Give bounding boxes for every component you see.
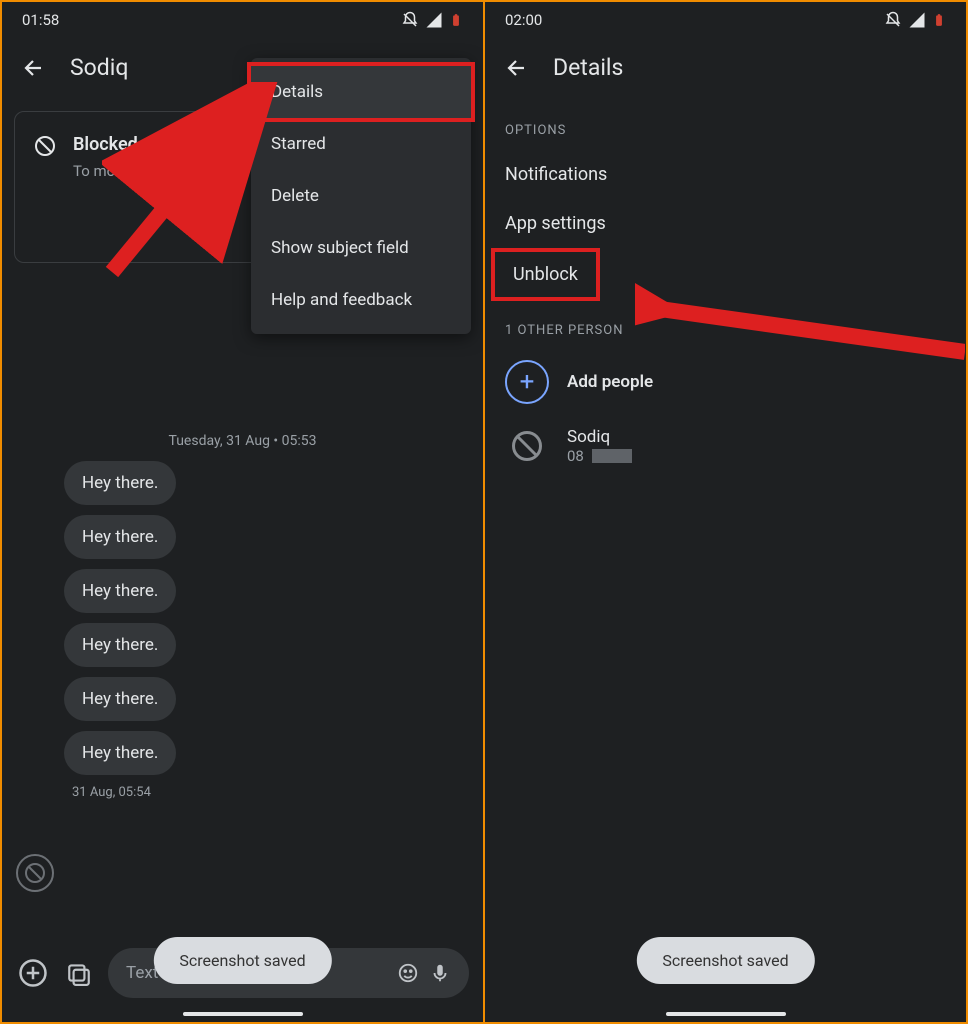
signal-icon [425, 11, 443, 29]
add-attachment-button[interactable] [16, 956, 50, 990]
overflow-menu: Details Starred Delete Show subject fiel… [251, 58, 471, 334]
option-unblock[interactable]: Unblock [495, 252, 596, 297]
back-button[interactable] [505, 56, 529, 80]
status-icons [401, 11, 463, 29]
options-header: OPTIONS [485, 101, 966, 150]
contact-row[interactable]: Sodiq 08 [485, 414, 966, 478]
add-people-label: Add people [567, 372, 653, 392]
message-bubble[interactable]: Hey there. [64, 461, 176, 505]
menu-show-subject[interactable]: Show subject field [251, 222, 471, 274]
details-title: Details [553, 54, 623, 81]
message-list: Hey there. Hey there. Hey there. Hey the… [2, 461, 483, 800]
status-bar: 02:00 [485, 2, 966, 38]
toast-message: Screenshot saved [636, 937, 814, 984]
plus-icon: + [505, 360, 549, 404]
option-app-settings[interactable]: App settings [485, 199, 966, 248]
message-row: Hey there. [64, 731, 469, 781]
menu-help[interactable]: Help and feedback [251, 274, 471, 326]
message-bubble[interactable]: Hey there. [64, 623, 176, 667]
toast-message: Screenshot saved [153, 937, 331, 984]
contact-name: Sodiq [567, 427, 632, 447]
menu-details[interactable]: Details [251, 66, 471, 118]
message-row: Hey there. [64, 461, 469, 511]
message-bubble[interactable]: Hey there. [64, 515, 176, 559]
message-bubble[interactable]: Hey there. [64, 569, 176, 613]
message-bubble[interactable]: Hey there. [64, 677, 176, 721]
battery-icon [449, 11, 463, 29]
dnd-icon [884, 11, 902, 29]
nav-handle[interactable] [183, 1012, 303, 1016]
battery-icon [932, 11, 946, 29]
emoji-icon[interactable] [397, 962, 419, 984]
phone-screen-conversation: 01:58 Sodiq Blocked To move this convers… [0, 0, 484, 1024]
mic-icon[interactable] [429, 962, 451, 984]
message-bubble[interactable]: Hey there. [64, 731, 176, 775]
status-bar: 01:58 [2, 2, 483, 38]
blocked-contact-icon [505, 424, 549, 468]
menu-delete[interactable]: Delete [251, 170, 471, 222]
people-header: 1 OTHER PERSON [485, 301, 966, 350]
redacted-number [592, 449, 632, 463]
signal-icon [908, 11, 926, 29]
menu-starred[interactable]: Starred [251, 118, 471, 170]
nav-handle[interactable] [666, 1012, 786, 1016]
contact-avatar-blocked-icon [16, 854, 54, 892]
date-divider: Tuesday, 31 Aug • 05:53 [2, 433, 483, 449]
message-row: Hey there. [64, 515, 469, 565]
gallery-button[interactable] [62, 956, 96, 990]
add-people-row[interactable]: + Add people [485, 350, 966, 414]
message-row: Hey there. [64, 569, 469, 619]
blocked-icon [33, 134, 57, 158]
conversation-title: Sodiq [70, 54, 128, 81]
message-timestamp: 31 Aug, 05:54 [64, 785, 469, 800]
phone-screen-details: 02:00 Details OPTIONS Notifications App … [484, 0, 968, 1024]
status-icons [884, 11, 946, 29]
status-time: 01:58 [22, 11, 59, 29]
message-row: Hey there. [64, 677, 469, 727]
back-button[interactable] [22, 56, 46, 80]
message-row: Hey there. [64, 623, 469, 673]
status-time: 02:00 [505, 11, 542, 29]
dnd-icon [401, 11, 419, 29]
option-notifications[interactable]: Notifications [485, 150, 966, 199]
contact-number: 08 [567, 447, 632, 465]
details-header: Details [485, 38, 966, 101]
